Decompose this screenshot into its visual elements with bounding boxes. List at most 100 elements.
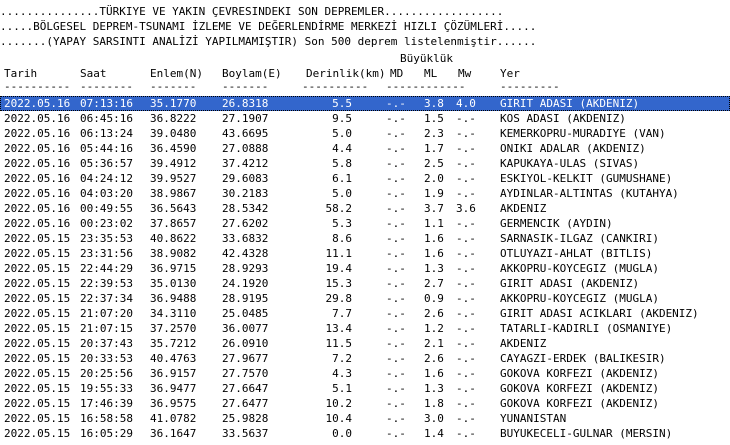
column-separator-row: ---------- -------- ------- ------- ----… [0, 79, 730, 94]
table-row[interactable]: 2022.05.16 05:36:57 39.4912 37.4212 5.8 -.- 2.… [0, 156, 730, 171]
cell-depth: 15.3 [325, 277, 353, 290]
cell-longitude: 25.9828 [222, 412, 269, 425]
cell-mw: -.- [456, 307, 476, 320]
cell-latitude: 41.0782 [150, 412, 197, 425]
table-row[interactable]: 2022.05.15 21:07:20 34.3110 25.0485 7.7 -.- 2.… [0, 306, 730, 321]
separator-date: ---------- [4, 80, 71, 93]
cell-date: 2022.05.16 [4, 157, 71, 170]
separator-longitude: ------- [222, 80, 269, 93]
header-note: .......(YAPAY SARSINTI ANALİZİ YAPILMAMI… [0, 35, 537, 48]
cell-location: AKKOPRU-KOYCEGIZ (MUGLA) [500, 292, 659, 305]
cell-md: -.- [386, 382, 406, 395]
cell-md: -.- [386, 247, 406, 260]
cell-ml: 2.6 [424, 307, 444, 320]
cell-location: GOKOVA KORFEZI (AKDENIZ) [500, 397, 659, 410]
cell-location: YUNANISTAN [500, 412, 567, 425]
header-title: ...............TÜRKIYE VE YAKIN ÇEVRESIN… [0, 5, 504, 18]
cell-ml: 1.6 [424, 232, 444, 245]
cell-depth: 5.8 [332, 157, 352, 170]
table-row[interactable]: 2022.05.15 20:37:43 35.7212 26.0910 11.5 -.- 2… [0, 336, 730, 351]
cell-location: AKDENIZ [500, 337, 547, 350]
cell-location: GOKOVA KORFEZI (AKDENIZ) [500, 367, 659, 380]
cell-latitude: 36.8222 [150, 112, 197, 125]
cell-md: -.- [386, 277, 406, 290]
cell-depth: 9.5 [332, 112, 352, 125]
cell-longitude: 29.6083 [222, 172, 269, 185]
table-row[interactable]: 2022.05.15 20:33:53 40.4763 27.9677 7.2 -.- 2.… [0, 351, 730, 366]
table-row[interactable]: 2022.05.16 06:45:16 36.8222 27.1907 9.5 -.- 1.… [0, 111, 730, 126]
table-row[interactable]: 2022.05.15 20:25:56 36.9157 27.7570 4.3 -.- 1.… [0, 366, 730, 381]
cell-depth: 10.2 [325, 397, 353, 410]
table-row[interactable]: 2022.05.15 21:07:15 37.2570 36.0077 13.4 -.- 1… [0, 321, 730, 336]
cell-ml: 1.7 [424, 142, 444, 155]
cell-longitude: 28.5342 [222, 202, 269, 215]
table-row[interactable]: 2022.05.15 19:55:33 36.9477 27.6647 5.1 -.- 1.… [0, 381, 730, 396]
cell-longitude: 24.1920 [222, 277, 269, 290]
table-row[interactable]: 2022.05.16 04:24:12 39.9527 29.6083 6.1 -.- 2.… [0, 171, 730, 186]
cell-time: 06:45:16 [80, 112, 133, 125]
cell-md: -.- [386, 262, 406, 275]
cell-longitude: 25.0485 [222, 307, 269, 320]
cell-depth: 5.0 [332, 187, 352, 200]
cell-date: 2022.05.15 [4, 352, 71, 365]
table-row[interactable]: 2022.05.16 07:13:16 35.1770 26.8318 5.5 -.- 3.… [0, 96, 730, 111]
cell-md: -.- [386, 232, 406, 245]
table-row[interactable]: 2022.05.15 23:31:56 38.9082 42.4328 11.1 -.- 1… [0, 246, 730, 261]
cell-md: -.- [386, 142, 406, 155]
table-row[interactable]: 2022.05.16 05:44:16 36.4590 27.0888 4.4 -.- 1.… [0, 141, 730, 156]
cell-depth: 19.4 [325, 262, 353, 275]
cell-date: 2022.05.15 [4, 292, 71, 305]
cell-time: 00:49:55 [80, 202, 133, 215]
cell-mw: -.- [456, 322, 476, 335]
cell-depth: 8.6 [332, 232, 352, 245]
cell-latitude: 34.3110 [150, 307, 197, 320]
cell-latitude: 36.4590 [150, 142, 197, 155]
cell-ml: 2.5 [424, 157, 444, 170]
cell-mw: -.- [456, 127, 476, 140]
cell-ml: 1.2 [424, 322, 444, 335]
table-row[interactable]: 2022.05.15 17:46:39 36.9575 27.6477 10.2 -.- 1… [0, 396, 730, 411]
cell-longitude: 27.6647 [222, 382, 269, 395]
cell-mw: -.- [456, 277, 476, 290]
table-row[interactable]: 2022.05.15 16:58:58 41.0782 25.9828 10.4 -.- 3… [0, 411, 730, 426]
cell-md: -.- [386, 397, 406, 410]
cell-time: 20:33:53 [80, 352, 133, 365]
cell-time: 16:05:29 [80, 427, 133, 440]
cell-depth: 7.2 [332, 352, 352, 365]
cell-latitude: 38.9867 [150, 187, 197, 200]
cell-md: -.- [386, 352, 406, 365]
table-row[interactable]: 2022.05.15 16:05:29 36.1647 33.5637 0.0 -.- 1.… [0, 426, 730, 441]
cell-latitude: 35.1770 [150, 97, 197, 110]
cell-time: 05:44:16 [80, 142, 133, 155]
cell-location: SARNASIK-ILGAZ (CANKIRI) [500, 232, 659, 245]
cell-md: -.- [386, 127, 406, 140]
cell-location: GIRIT ADASI ACIKLARI (AKDENIZ) [500, 307, 699, 320]
cell-ml: 3.8 [424, 97, 444, 110]
list-header: ...............TÜRKIYE VE YAKIN ÇEVRESIN… [0, 4, 730, 49]
cell-longitude: 37.4212 [222, 157, 269, 170]
cell-md: -.- [386, 157, 406, 170]
table-row[interactable]: 2022.05.15 22:39:53 35.0130 24.1920 15.3 -.- 2… [0, 276, 730, 291]
cell-date: 2022.05.15 [4, 262, 71, 275]
cell-date: 2022.05.15 [4, 247, 71, 260]
cell-latitude: 36.1647 [150, 427, 197, 440]
table-row[interactable]: 2022.05.16 00:23:02 37.8657 27.6202 5.3 -.- 1.… [0, 216, 730, 231]
cell-md: -.- [386, 97, 406, 110]
table-row[interactable]: 2022.05.16 04:03:20 38.9867 30.2183 5.0 -.- 1.… [0, 186, 730, 201]
table-row[interactable]: 2022.05.16 06:13:24 39.0480 43.6695 5.0 -.- 2.… [0, 126, 730, 141]
cell-latitude: 35.7212 [150, 337, 197, 350]
cell-date: 2022.05.16 [4, 172, 71, 185]
table-row[interactable]: 2022.05.15 22:44:29 36.9715 28.9293 19.4 -.- 1… [0, 261, 730, 276]
cell-date: 2022.05.15 [4, 232, 71, 245]
cell-md: -.- [386, 172, 406, 185]
cell-mw: -.- [456, 187, 476, 200]
cell-date: 2022.05.15 [4, 427, 71, 440]
table-row[interactable]: 2022.05.15 22:37:34 36.9488 28.9195 29.8 -.- 0… [0, 291, 730, 306]
cell-longitude: 33.5637 [222, 427, 269, 440]
table-row[interactable]: 2022.05.16 00:49:55 36.5643 28.5342 58.2 -.- 3… [0, 201, 730, 216]
cell-longitude: 27.6202 [222, 217, 269, 230]
cell-latitude: 37.8657 [150, 217, 197, 230]
cell-ml: 0.9 [424, 292, 444, 305]
table-row[interactable]: 2022.05.15 23:35:53 40.8622 33.6832 8.6 -.- 1.… [0, 231, 730, 246]
cell-md: -.- [386, 187, 406, 200]
